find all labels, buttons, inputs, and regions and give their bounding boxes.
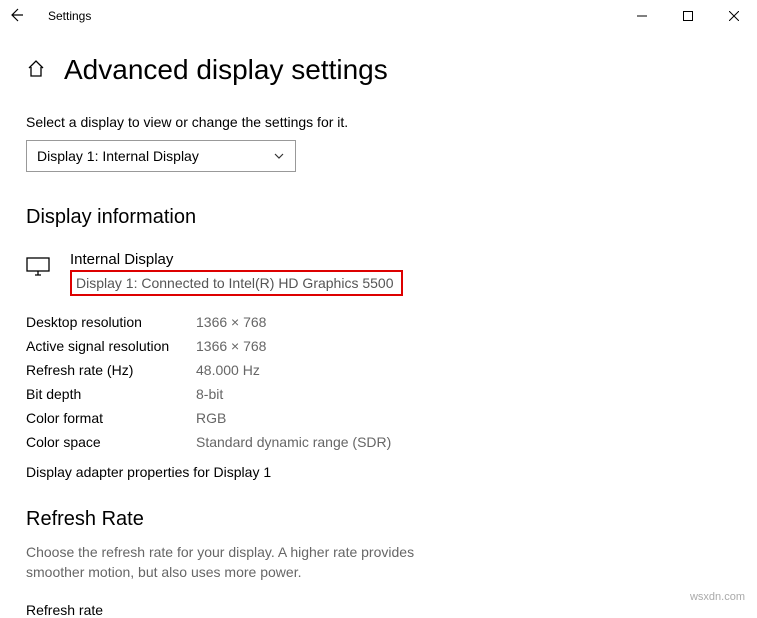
display-info-text: Internal Display Display 1: Connected to… xyxy=(70,251,403,296)
arrow-left-icon xyxy=(8,7,24,23)
refresh-rate-hz-value: 48.000 Hz xyxy=(196,362,731,378)
window-controls xyxy=(619,0,757,32)
display-select-prompt: Select a display to view or change the s… xyxy=(26,114,731,130)
title-bar-left: Settings xyxy=(8,7,91,26)
home-button[interactable] xyxy=(26,59,46,82)
display-name: Internal Display xyxy=(70,251,403,268)
display-info-block: Internal Display Display 1: Connected to… xyxy=(26,251,731,296)
bit-depth-value: 8-bit xyxy=(196,386,731,402)
maximize-icon xyxy=(683,11,693,21)
monitor-icon xyxy=(26,251,50,280)
page-header: Advanced display settings xyxy=(26,54,731,86)
display-info-heading: Display information xyxy=(26,206,731,229)
title-bar: Settings xyxy=(0,0,757,32)
window-title: Settings xyxy=(48,9,91,23)
display-select[interactable]: Display 1: Internal Display xyxy=(26,140,296,172)
watermark: wsxdn.com xyxy=(690,591,745,603)
display-adapter-link[interactable]: Display adapter properties for Display 1 xyxy=(26,464,731,480)
minimize-icon xyxy=(637,11,647,21)
refresh-rate-heading: Refresh Rate xyxy=(26,508,731,531)
refresh-rate-label: Refresh rate xyxy=(26,602,731,618)
back-button[interactable] xyxy=(8,7,24,26)
desktop-resolution-value: 1366 × 768 xyxy=(196,314,731,330)
display-connection: Display 1: Connected to Intel(R) HD Grap… xyxy=(70,270,403,296)
maximize-button[interactable] xyxy=(665,0,711,32)
color-space-label: Color space xyxy=(26,434,196,450)
content-area: Advanced display settings Select a displ… xyxy=(0,32,757,618)
display-info-table: Desktop resolution 1366 × 768 Active sig… xyxy=(26,314,731,450)
color-format-value: RGB xyxy=(196,410,731,426)
minimize-button[interactable] xyxy=(619,0,665,32)
home-icon xyxy=(26,59,46,79)
desktop-resolution-label: Desktop resolution xyxy=(26,314,196,330)
active-resolution-label: Active signal resolution xyxy=(26,338,196,354)
refresh-rate-hz-label: Refresh rate (Hz) xyxy=(26,362,196,378)
color-format-label: Color format xyxy=(26,410,196,426)
active-resolution-value: 1366 × 768 xyxy=(196,338,731,354)
chevron-down-icon xyxy=(273,150,285,162)
close-icon xyxy=(729,11,739,21)
page-title: Advanced display settings xyxy=(64,54,388,86)
refresh-rate-description: Choose the refresh rate for your display… xyxy=(26,543,446,582)
close-button[interactable] xyxy=(711,0,757,32)
display-select-value: Display 1: Internal Display xyxy=(37,148,199,164)
bit-depth-label: Bit depth xyxy=(26,386,196,402)
color-space-value: Standard dynamic range (SDR) xyxy=(196,434,731,450)
